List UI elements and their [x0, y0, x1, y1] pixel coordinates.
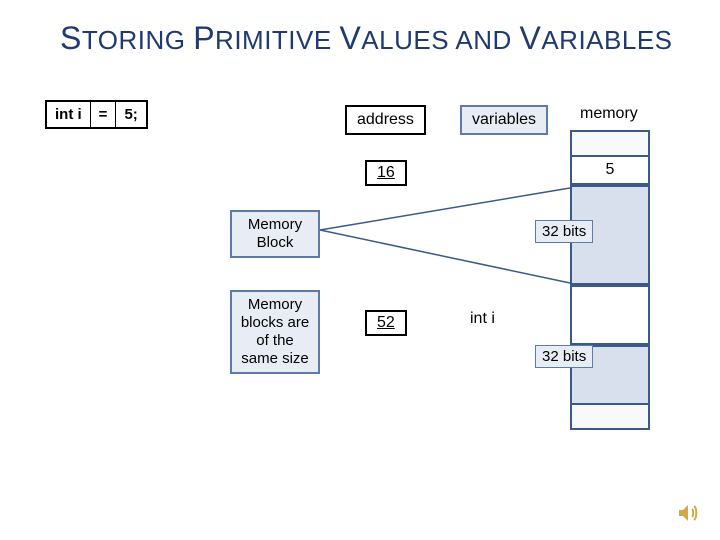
header-memory: memory [580, 105, 638, 123]
code-declaration: int i = 5; [45, 100, 148, 129]
audio-icon [676, 501, 700, 525]
code-decl: int i [47, 102, 91, 127]
label-32bits-1: 32 bits [535, 220, 593, 243]
code-val: 5; [116, 102, 145, 127]
label-memory-block: Memory Block [230, 210, 320, 258]
header-variables: variables [460, 105, 548, 135]
address-52: 52 [365, 310, 407, 336]
slide-title: STORING PRIMITIVE VALUES AND VARIABLES [60, 20, 673, 57]
address-16: 16 [365, 160, 407, 186]
memory-cell-5: 5 [570, 155, 650, 185]
memory-cell-mid [570, 285, 650, 345]
variable-int-i: int i [470, 310, 495, 328]
label-memory-size: Memory blocks are of the same size [230, 290, 320, 374]
header-address: address [345, 105, 426, 135]
code-eq: = [91, 102, 117, 127]
label-32bits-2: 32 bits [535, 345, 593, 368]
